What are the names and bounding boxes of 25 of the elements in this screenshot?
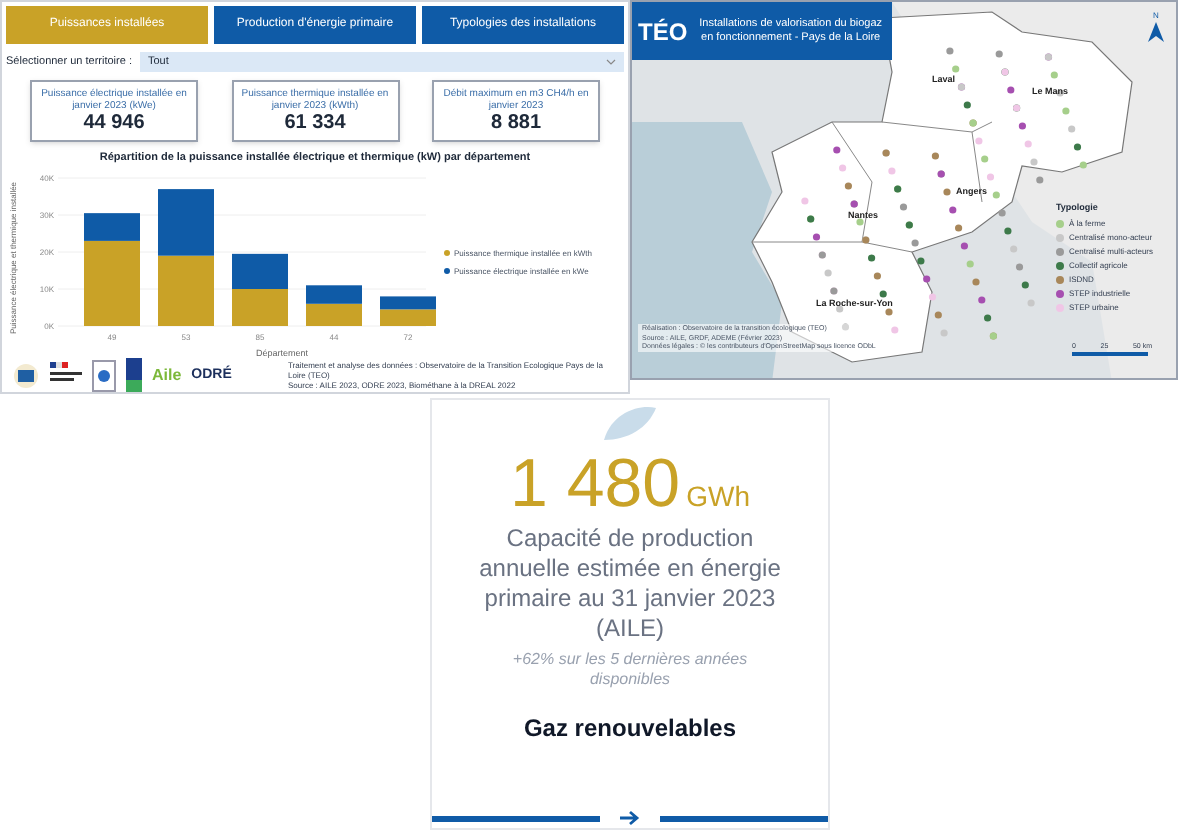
stat-value: 1 480: [510, 448, 681, 520]
bar: [306, 304, 362, 327]
gradient-logo-icon: [126, 358, 142, 393]
kpi-value: 44 946: [83, 111, 145, 135]
logo-icon: [12, 361, 40, 390]
north-arrow-icon: [1148, 22, 1164, 42]
chevron-icon: [606, 58, 616, 66]
teo-logo: TÉO: [638, 15, 688, 49]
scale-bar: [1072, 352, 1148, 357]
bar: [380, 309, 436, 327]
aile-logo: Aile: [152, 363, 182, 388]
bar: [306, 285, 362, 305]
card-title: Gaz renouvelables: [523, 712, 737, 746]
kpi-value: 61 334: [284, 111, 346, 135]
leaf-icon: [600, 404, 660, 444]
bar: [158, 189, 214, 257]
kpi-value: 8 881: [490, 111, 542, 135]
bar: [232, 289, 288, 327]
stat-note: +62% sur les 5 dernières années disponibles: [510, 650, 750, 690]
shield-icon: [92, 359, 116, 392]
stat-description: Capacité de production annuelle estimée en énergie primaire au 31 janvier 2023 (AILE): [477, 524, 783, 644]
bar: [158, 256, 214, 327]
arrow-right-icon[interactable]: [620, 810, 640, 826]
bar: [232, 254, 288, 290]
stat-unit: GWh: [686, 478, 750, 516]
